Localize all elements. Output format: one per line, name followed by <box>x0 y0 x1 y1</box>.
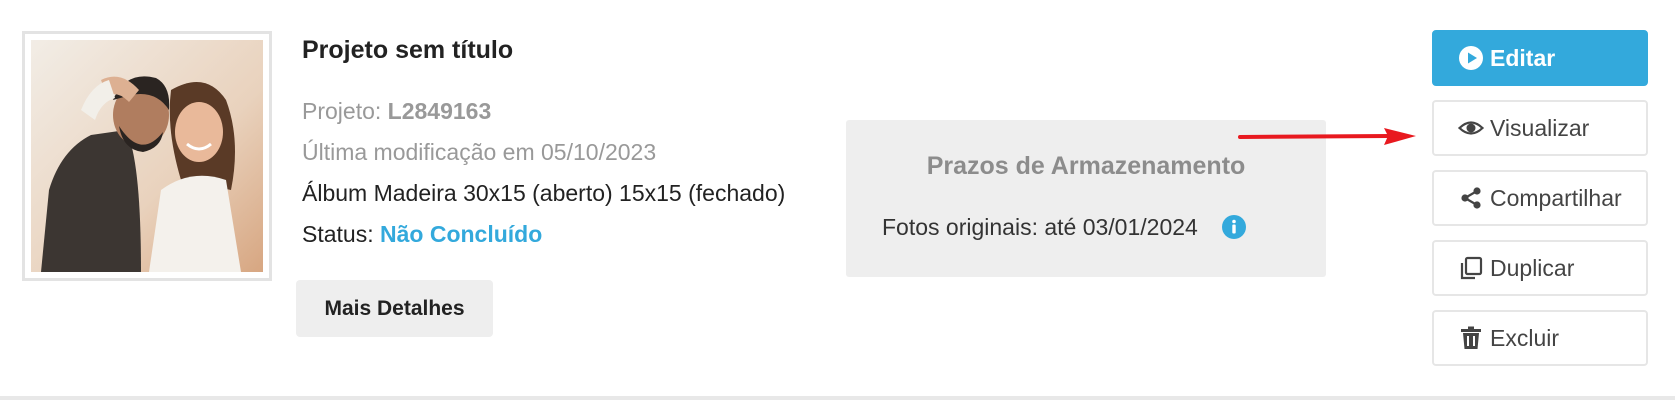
project-thumbnail[interactable] <box>22 31 272 281</box>
storage-title: Prazos de Armazenamento <box>926 152 1246 180</box>
product-description: Álbum Madeira 30x15 (aberto) 15x15 (fech… <box>302 180 786 206</box>
status-label: Status: <box>302 221 374 247</box>
duplicate-button[interactable]: Duplicar <box>1432 240 1648 296</box>
couple-photo <box>31 40 263 272</box>
duplicate-label: Duplicar <box>1490 254 1575 281</box>
more-details-button[interactable]: Mais Detalhes <box>296 280 493 337</box>
project-code: Projeto: L2849163 <box>302 98 491 125</box>
bottom-divider <box>0 396 1675 400</box>
trash-icon <box>1461 326 1481 349</box>
eye-icon <box>1458 121 1484 135</box>
original-photos-deadline: Fotos originais: até 03/01/2024 <box>882 214 1198 240</box>
project-code-label: Projeto: <box>302 98 382 124</box>
edit-button[interactable]: Editar <box>1432 30 1648 86</box>
project-status: Status: Não Concluído <box>302 221 542 248</box>
share-icon <box>1461 187 1481 209</box>
play-circle-icon <box>1459 46 1483 70</box>
delete-button[interactable]: Excluir <box>1432 310 1648 366</box>
last-modified: Última modificação em 05/10/2023 <box>302 139 657 165</box>
info-icon[interactable] <box>1222 215 1246 239</box>
annotation-arrow <box>1238 128 1416 145</box>
edit-label: Editar <box>1490 44 1556 71</box>
share-label: Compartilhar <box>1490 184 1622 211</box>
copy-icon <box>1460 256 1483 280</box>
view-button[interactable]: Visualizar <box>1432 100 1648 156</box>
share-button[interactable]: Compartilhar <box>1432 170 1648 226</box>
delete-label: Excluir <box>1490 324 1560 351</box>
view-label: Visualizar <box>1490 114 1590 141</box>
project-code-value: L2849163 <box>387 98 492 124</box>
project-title: Projeto sem título <box>302 36 514 64</box>
status-value: Não Concluído <box>380 221 543 247</box>
